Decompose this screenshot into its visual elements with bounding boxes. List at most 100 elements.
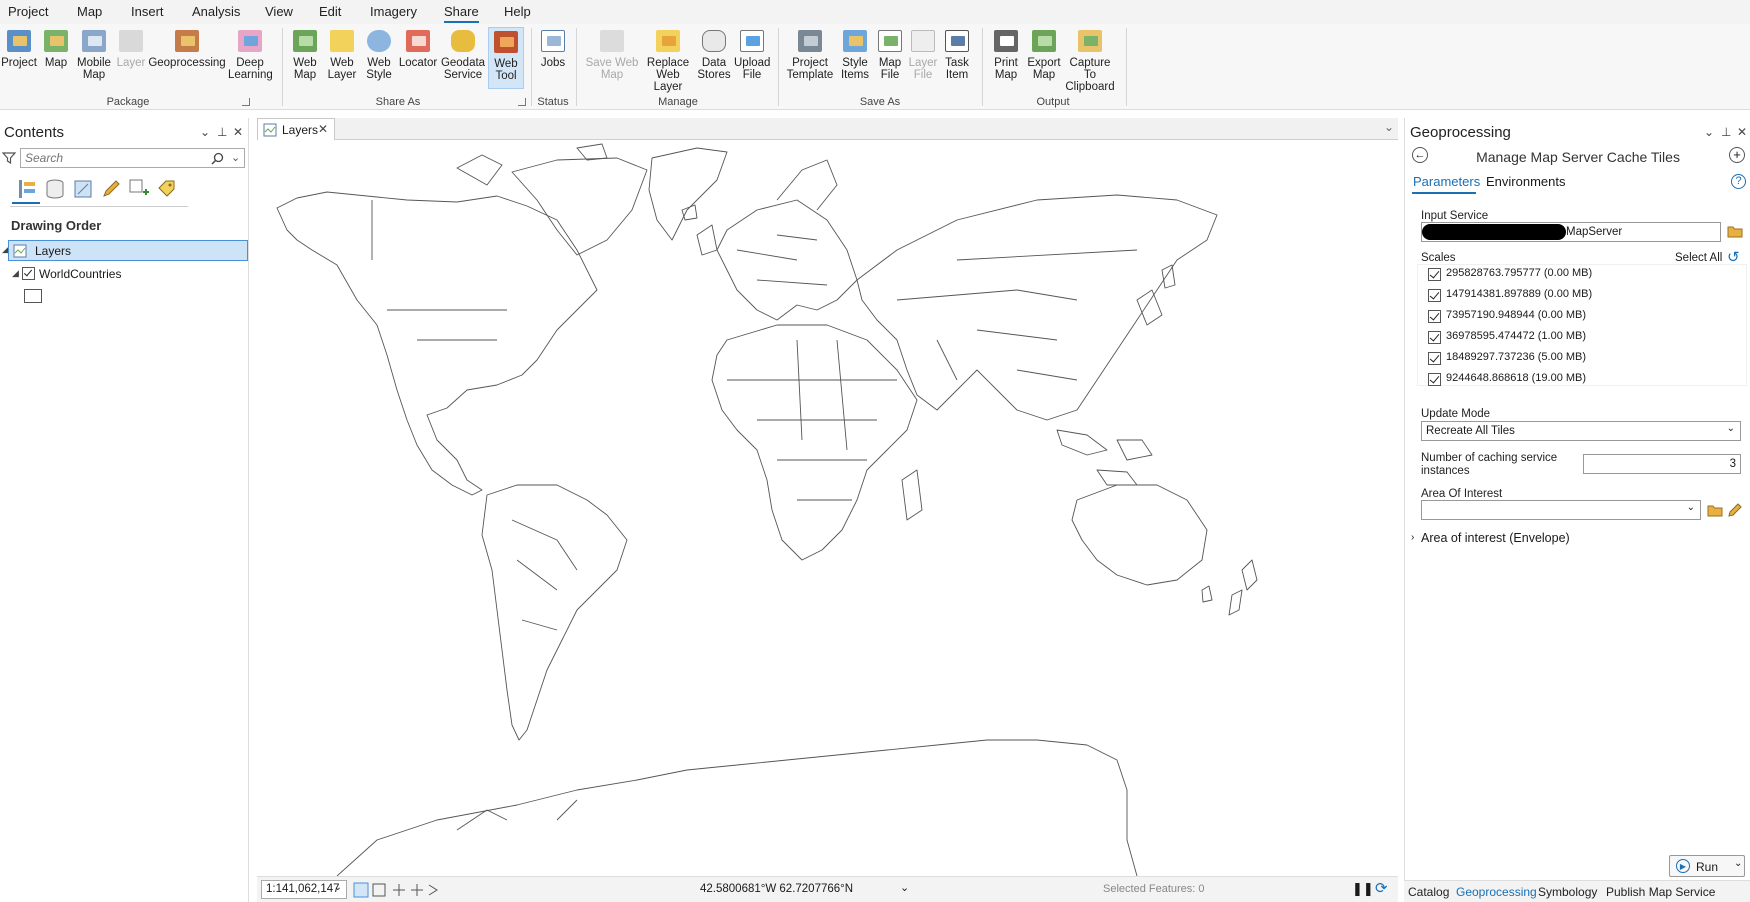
ribbon: Project Map Mobile Map Layer Geoprocessi… <box>0 24 1750 110</box>
chevron-down-icon[interactable]: ⌄ <box>231 151 240 164</box>
close-icon[interactable]: ✕ <box>1737 125 1747 139</box>
replace-web-layer-button[interactable]: Replace Web Layer <box>642 27 694 93</box>
data-source-icon[interactable] <box>44 178 66 200</box>
add-icon[interactable]: + <box>1729 147 1745 163</box>
task-item-button[interactable]: Task Item <box>940 27 974 89</box>
map-canvas[interactable] <box>257 140 1398 876</box>
package-launcher[interactable] <box>242 98 250 106</box>
tab-view[interactable]: View <box>265 4 293 19</box>
share-web-layer-button[interactable]: Web Layer <box>324 27 360 89</box>
layer-visibility-checkbox[interactable] <box>22 267 35 280</box>
coordinate-readout[interactable]: 42.5800681°W 62.7207766°N <box>700 883 853 895</box>
geoprocessing-package-button[interactable]: Geoprocessing <box>148 27 226 89</box>
scale-checkbox[interactable] <box>1428 352 1441 365</box>
chevron-down-icon[interactable]: ⌄ <box>1384 120 1394 134</box>
instances-label: Number of caching service instances <box>1421 452 1558 477</box>
select-all-link[interactable]: Select All <box>1675 252 1722 264</box>
refresh-icon[interactable]: ⟳ <box>1375 879 1388 897</box>
tab-geoprocessing[interactable]: Geoprocessing <box>1456 885 1537 899</box>
layers-map-row[interactable]: Layers <box>8 240 248 261</box>
tab-edit[interactable]: Edit <box>319 4 341 19</box>
export-map-button[interactable]: Export Map <box>1026 27 1062 89</box>
pencil-icon[interactable] <box>1727 502 1743 518</box>
pane-options-icon[interactable]: ⌄ <box>200 125 210 139</box>
project-template-button[interactable]: Project Template <box>784 27 836 89</box>
tab-environments[interactable]: Environments <box>1486 174 1565 189</box>
scale-selector[interactable]: 1:141,062,147 ⌄ <box>261 880 347 899</box>
tab-publish-map-service[interactable]: Publish Map Service <box>1606 885 1715 899</box>
pane-options-icon[interactable]: ⌄ <box>1704 125 1714 139</box>
update-mode-dropdown[interactable]: Recreate All Tiles ⌄ <box>1421 421 1741 441</box>
aoi-envelope-section[interactable]: Area of interest (Envelope) <box>1421 531 1570 545</box>
tab-imagery[interactable]: Imagery <box>370 4 417 19</box>
web-layer-icon <box>328 27 356 55</box>
tab-symbology[interactable]: Symbology <box>1538 885 1597 899</box>
labeling-icon[interactable] <box>156 178 178 200</box>
scale-checkbox[interactable] <box>1428 289 1441 302</box>
pause-icon[interactable]: ❚❚ <box>1352 881 1374 897</box>
layer-row-worldcountries[interactable]: ◢ WorldCountries <box>12 264 242 284</box>
help-icon[interactable]: ? <box>1731 174 1746 189</box>
map-tab-layers[interactable]: Layers ✕ <box>257 118 335 140</box>
folder-icon[interactable] <box>1727 224 1743 238</box>
active-view-indicator <box>12 202 40 204</box>
input-service-field[interactable]: MapServer <box>1421 222 1721 242</box>
tab-project[interactable]: Project <box>8 4 48 19</box>
run-button[interactable]: ▶ Run ⌄ <box>1669 855 1745 877</box>
editing-icon[interactable] <box>100 178 122 200</box>
input-service-label: Input Service <box>1421 210 1489 222</box>
upload-file-button[interactable]: Upload File <box>734 27 770 89</box>
scale-checkbox[interactable] <box>1428 310 1441 323</box>
chevron-right-icon[interactable]: › <box>1411 532 1414 543</box>
scale-checkbox[interactable] <box>1428 373 1441 386</box>
expand-arrow-icon[interactable]: ◢ <box>12 268 19 279</box>
tab-parameters[interactable]: Parameters <box>1413 174 1480 189</box>
share-locator-button[interactable]: Locator <box>398 27 438 89</box>
tab-help[interactable]: Help <box>504 4 531 19</box>
filter-icon[interactable] <box>2 151 16 165</box>
scale-checkbox[interactable] <box>1428 331 1441 344</box>
close-tab-icon[interactable]: ✕ <box>318 122 328 136</box>
close-icon[interactable]: ✕ <box>233 125 243 139</box>
share-web-map-button[interactable]: Web Map <box>288 27 322 89</box>
deep-learning-button[interactable]: Deep Learning <box>228 27 273 89</box>
pin-icon[interactable]: ⊥ <box>1721 125 1731 139</box>
capture-to-clipboard-button[interactable]: Capture To Clipboard <box>1064 27 1116 93</box>
package-project-button[interactable]: Project <box>0 27 38 89</box>
tab-catalog[interactable]: Catalog <box>1408 885 1449 899</box>
search-input[interactable] <box>21 149 201 167</box>
chevron-down-icon[interactable]: ⌄ <box>900 881 909 894</box>
search-icon[interactable] <box>211 152 224 165</box>
print-map-button[interactable]: Print Map <box>988 27 1024 89</box>
instances-input[interactable]: 3 <box>1583 454 1741 474</box>
jobs-icon <box>539 27 567 55</box>
mobile-map-button[interactable]: Mobile Map <box>74 27 114 89</box>
package-layer-button[interactable]: Layer <box>116 27 146 89</box>
package-map-button[interactable]: Map <box>40 27 72 89</box>
save-web-map-button[interactable]: Save Web Map <box>584 27 640 89</box>
tab-share[interactable]: Share <box>444 4 479 23</box>
symbol-swatch[interactable] <box>24 289 42 303</box>
share-web-style-button[interactable]: Web Style <box>362 27 396 89</box>
jobs-button[interactable]: Jobs <box>536 27 570 89</box>
selected-features[interactable]: Selected Features: 0 <box>1103 883 1205 895</box>
layer-file-button[interactable]: Layer File <box>908 27 938 89</box>
pin-icon[interactable]: ⊥ <box>217 125 227 139</box>
aoi-dropdown[interactable]: ⌄ <box>1421 500 1701 520</box>
selection-icon[interactable] <box>72 178 94 200</box>
drawing-order-icon[interactable] <box>16 178 38 200</box>
scale-checkbox[interactable] <box>1428 268 1441 281</box>
folder-icon[interactable] <box>1707 503 1723 517</box>
share-geodata-service-button[interactable]: Geodata Service <box>440 27 486 89</box>
map-file-button[interactable]: Map File <box>874 27 906 89</box>
share-web-tool-button[interactable]: Web Tool <box>488 27 524 89</box>
share-as-launcher[interactable] <box>518 98 526 106</box>
tab-insert[interactable]: Insert <box>131 4 164 19</box>
data-stores-button[interactable]: Data Stores <box>696 27 732 89</box>
divider <box>531 28 532 106</box>
tab-map[interactable]: Map <box>77 4 102 19</box>
style-items-button[interactable]: Style Items <box>838 27 872 89</box>
divider <box>576 28 577 106</box>
snapping-icon[interactable] <box>128 178 150 200</box>
tab-analysis[interactable]: Analysis <box>192 4 240 19</box>
